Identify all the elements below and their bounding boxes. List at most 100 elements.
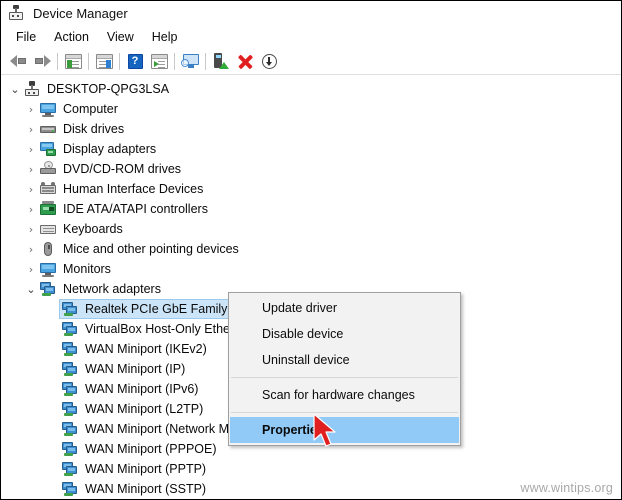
tree-item-label: WAN Miniport (IKEv2) [85, 342, 207, 356]
tree-item-label: Computer [63, 102, 118, 116]
context-menu-item-disable-device[interactable]: Disable device [229, 321, 460, 347]
forward-arrow-icon [34, 54, 51, 68]
update-driver-icon [213, 53, 229, 69]
update-driver-button[interactable] [209, 50, 233, 72]
chevron-right-icon[interactable]: › [23, 164, 39, 175]
chevron-right-icon[interactable]: › [23, 184, 39, 195]
tree-item-label: WAN Miniport (SSTP) [85, 482, 207, 496]
tree-item-monitors[interactable]: › Monitors [1, 259, 621, 279]
network-adapter-icon [61, 481, 79, 496]
tree-item-label: WAN Miniport (PPTP) [85, 462, 207, 476]
help-icon: ? [127, 53, 143, 69]
chevron-right-icon[interactable]: › [23, 244, 39, 255]
context-menu-item-properties[interactable]: Properties [230, 417, 459, 443]
menu-view[interactable]: View [98, 28, 143, 46]
tree-item-label: DVD/CD-ROM drives [63, 162, 182, 176]
chevron-right-icon[interactable]: › [23, 224, 39, 235]
display-adapter-icon [39, 141, 57, 157]
network-adapter-icon [39, 281, 57, 297]
chevron-right-icon[interactable]: › [23, 204, 39, 215]
tree-item-dvd-cdrom-drives[interactable]: › DVD/CD-ROM drives [1, 159, 621, 179]
show-hide-console-tree-button[interactable] [61, 50, 85, 72]
network-adapter-icon [61, 461, 79, 477]
toolbar-separator [88, 52, 89, 70]
network-adapter-icon [61, 361, 79, 377]
chevron-right-icon[interactable]: › [23, 144, 39, 155]
chevron-right-icon[interactable]: › [23, 104, 39, 115]
ide-controller-icon [39, 201, 57, 217]
show-hide-action-pane-button[interactable] [147, 50, 171, 72]
monitor-icon [39, 261, 57, 277]
toolbar-separator [205, 52, 206, 70]
network-adapter-icon [61, 421, 79, 437]
tree-item-label: WAN Miniport (IP) [85, 362, 186, 376]
tree-item-label: Disk drives [63, 122, 125, 136]
menu-help[interactable]: Help [143, 28, 187, 46]
tree-item-wan-miniport-pptp[interactable]: WAN Miniport (PPTP) [1, 459, 621, 479]
device-manager-window: Device Manager File Action View Help ? ⌄… [0, 0, 622, 500]
menu-action[interactable]: Action [45, 28, 98, 46]
chevron-down-icon[interactable]: ⌄ [23, 284, 39, 295]
context-menu-item-update-driver[interactable]: Update driver [229, 295, 460, 321]
context-menu-item-uninstall-device[interactable]: Uninstall device [229, 347, 460, 373]
chevron-right-icon[interactable]: › [23, 264, 39, 275]
tree-item-label: WAN Miniport (IPv6) [85, 382, 199, 396]
properties-icon [95, 53, 113, 69]
properties-button[interactable] [92, 50, 116, 72]
tree-item-keyboards[interactable]: › Keyboards [1, 219, 621, 239]
keyboard-icon [39, 221, 57, 237]
show-hide-console-tree-icon [64, 53, 82, 69]
network-adapter-icon [61, 341, 79, 357]
network-adapter-icon [61, 301, 79, 317]
tree-item-mice[interactable]: › Mice and other pointing devices [1, 239, 621, 259]
network-adapter-icon [61, 401, 79, 417]
tree-item-ide-controllers[interactable]: › IDE ATA/ATAPI controllers [1, 199, 621, 219]
disk-drive-icon [39, 121, 57, 137]
context-menu-item-scan-for-hardware-changes[interactable]: Scan for hardware changes [229, 382, 460, 408]
menu-file[interactable]: File [7, 28, 45, 46]
help-button[interactable]: ? [123, 50, 147, 72]
uninstall-device-button[interactable] [233, 50, 257, 72]
hid-icon [39, 181, 57, 197]
toolbar-separator [174, 52, 175, 70]
context-menu[interactable]: Update driver Disable device Uninstall d… [228, 292, 461, 446]
dvd-drive-icon [39, 161, 57, 177]
chevron-down-icon[interactable]: ⌄ [7, 84, 23, 95]
disable-device-icon [261, 53, 277, 69]
tree-item-label: WAN Miniport (L2TP) [85, 402, 204, 416]
tree-item-disk-drives[interactable]: › Disk drives [1, 119, 621, 139]
title-bar: Device Manager [1, 1, 621, 25]
computer-root-icon [23, 81, 41, 97]
device-manager-icon [8, 5, 24, 21]
tree-root-row[interactable]: ⌄ DESKTOP-QPG3LSA [1, 79, 621, 99]
watermark: www.wintips.org [520, 481, 613, 495]
tree-item-computer[interactable]: › Computer [1, 99, 621, 119]
scan-for-hardware-changes-icon [181, 53, 199, 69]
tree-item-label: Mice and other pointing devices [63, 242, 239, 256]
toolbar: ? [1, 48, 621, 75]
uninstall-device-icon [238, 54, 253, 69]
tree-item-label: Display adapters [63, 142, 157, 156]
tree-item-label: IDE ATA/ATAPI controllers [63, 202, 208, 216]
toolbar-separator [119, 52, 120, 70]
back-arrow-icon [9, 54, 27, 68]
context-menu-separator [231, 377, 458, 378]
show-hide-action-pane-icon [150, 53, 168, 69]
toolbar-separator [57, 52, 58, 70]
chevron-right-icon[interactable]: › [23, 124, 39, 135]
window-title: Device Manager [33, 5, 128, 21]
scan-for-hardware-changes-button[interactable] [178, 50, 202, 72]
tree-item-display-adapters[interactable]: › Display adapters [1, 139, 621, 159]
tree-item-human-interface-devices[interactable]: › Human Interface Devices [1, 179, 621, 199]
tree-item-label: Keyboards [63, 222, 123, 236]
network-adapter-icon [61, 321, 79, 337]
tree-item-label: Human Interface Devices [63, 182, 204, 196]
context-menu-separator [231, 412, 458, 413]
tree-item-label: Network adapters [63, 282, 161, 296]
disable-device-button[interactable] [257, 50, 281, 72]
mouse-icon [39, 241, 57, 257]
tree-item-label: WAN Miniport (PPPOE) [85, 442, 217, 456]
back-button[interactable] [6, 50, 30, 72]
forward-button[interactable] [30, 50, 54, 72]
tree-item-label: Monitors [63, 262, 111, 276]
